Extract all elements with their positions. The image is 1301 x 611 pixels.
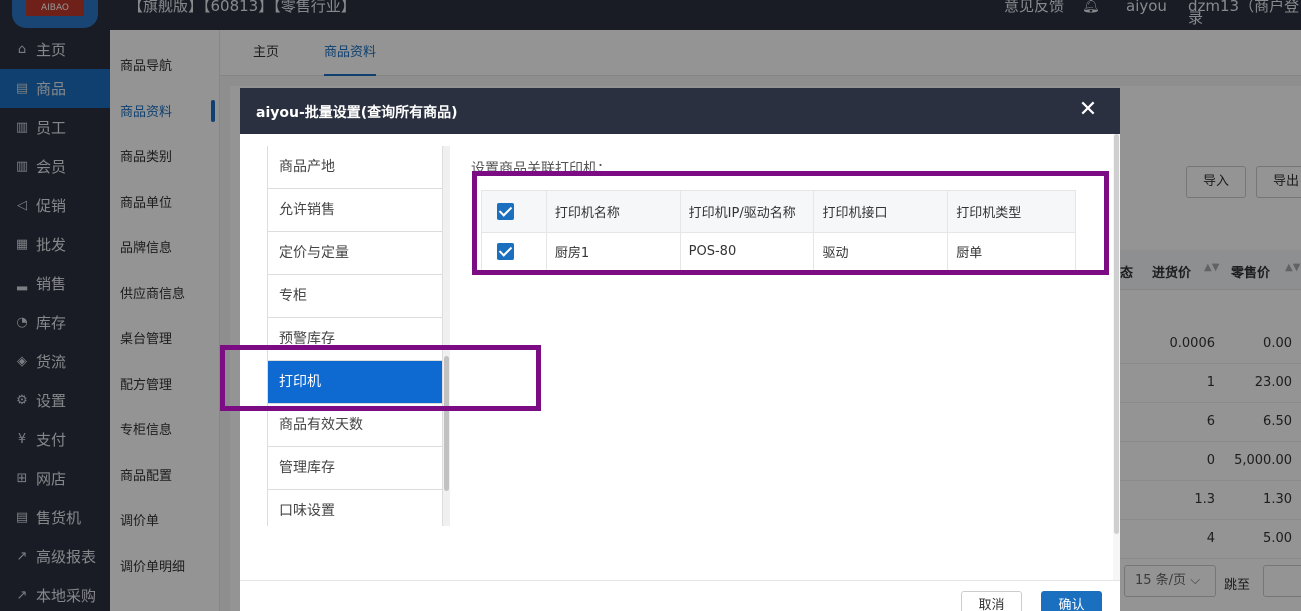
settings-category-item[interactable]: 定价与定量 (268, 232, 442, 275)
dialog-scrollbar[interactable] (1113, 134, 1120, 580)
settings-category-item[interactable]: 商品产地 (268, 146, 442, 189)
dialog-header: aiyou-批量设置(查询所有商品) ✕ (240, 88, 1120, 134)
settings-category-item[interactable]: 口味设置 (268, 490, 442, 526)
settings-category-item[interactable]: 管理库存 (268, 447, 442, 490)
category-list-scrollbar[interactable] (443, 146, 450, 526)
close-icon[interactable]: ✕ (1076, 98, 1100, 122)
dialog-title: aiyou-批量设置(查询所有商品) (256, 105, 458, 121)
scrollbar-thumb[interactable] (1114, 134, 1119, 534)
dialog-footer: 取消 确认 (240, 580, 1120, 611)
confirm-button[interactable]: 确认 (1041, 591, 1102, 611)
highlight-box-printer-table (472, 171, 1109, 275)
cancel-button[interactable]: 取消 (961, 591, 1022, 611)
settings-category-item[interactable]: 允许销售 (268, 189, 442, 232)
settings-category-list: 商品产地 允许销售 定价与定量 专柜 预警库存 打印机 商品有效天数 管理库存 口味设置 (267, 146, 443, 526)
settings-category-item[interactable]: 专柜 (268, 275, 442, 318)
highlight-box-printer-item (220, 345, 541, 411)
